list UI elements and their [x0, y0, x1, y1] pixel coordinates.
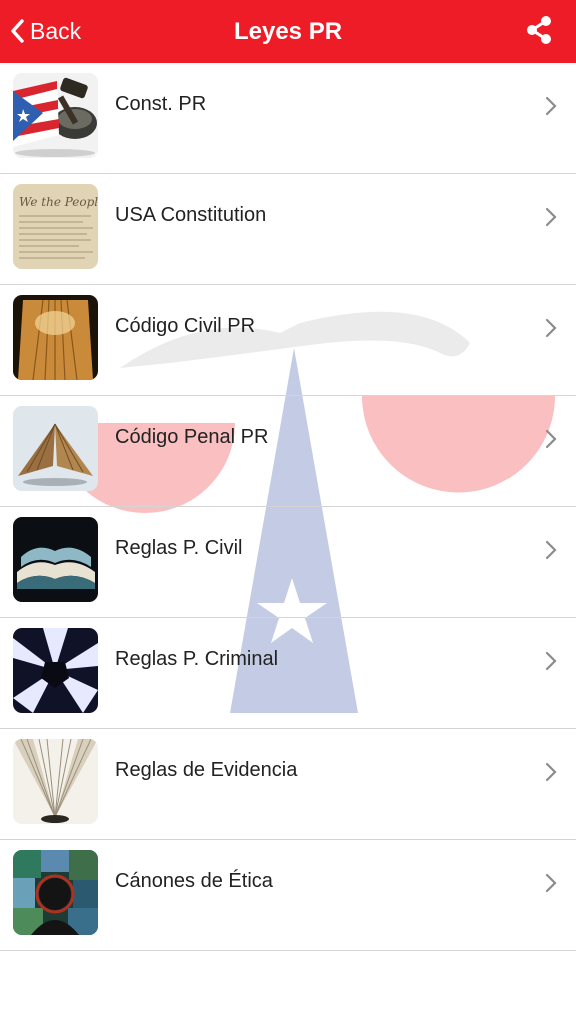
back-button[interactable]: Back	[10, 8, 81, 54]
list-item-label: Const. PR	[115, 93, 207, 115]
list-item-usa-constitution[interactable]: We the People USA Constitution	[0, 174, 576, 285]
list-item-label: Código Penal PR	[115, 426, 269, 448]
chevron-right-icon	[545, 651, 557, 671]
law-list: Const. PR We the People USA Constitution	[0, 63, 576, 951]
list-item-label: USA Constitution	[115, 204, 267, 226]
stained-glass-thumbnail	[13, 850, 98, 935]
list-item-label: Código Civil PR	[115, 315, 256, 337]
list-item-reglas-de-evidencia[interactable]: Reglas de Evidencia	[0, 729, 576, 840]
standing-book-thumbnail	[13, 406, 98, 491]
list-item-reglas-p-civil[interactable]: Reglas P. Civil	[0, 507, 576, 618]
list-item-const-pr[interactable]: Const. PR	[0, 63, 576, 174]
puerto-rico-flag-gavel-thumbnail	[13, 73, 98, 158]
light-burst-thumbnail	[13, 628, 98, 713]
share-icon[interactable]	[524, 15, 554, 45]
navigation-bar: Back Leyes PR	[0, 0, 576, 63]
back-label: Back	[30, 17, 82, 44]
open-book-thumbnail	[13, 295, 98, 380]
chevron-left-icon	[11, 19, 24, 43]
list-item-label: Reglas P. Civil	[115, 537, 243, 559]
list-item-label: Reglas P. Criminal	[115, 648, 279, 670]
page-title: Leyes PR	[233, 17, 343, 45]
list-item-codigo-penal-pr[interactable]: Código Penal PR	[0, 396, 576, 507]
chevron-right-icon	[545, 96, 557, 116]
list-item-codigo-civil-pr[interactable]: Código Civil PR	[0, 285, 576, 396]
book-pages-thumbnail	[13, 739, 98, 824]
chevron-right-icon	[545, 873, 557, 893]
parchment-document-thumbnail: We the People	[13, 184, 98, 269]
list-item-label: Cánones de Ética	[115, 870, 273, 892]
svg-text:We the People: We the People	[19, 195, 98, 209]
chevron-right-icon	[545, 762, 557, 782]
list-item-reglas-p-criminal[interactable]: Reglas P. Criminal	[0, 618, 576, 729]
chevron-right-icon	[545, 207, 557, 227]
list-item-canones-de-etica[interactable]: Cánones de Ética	[0, 840, 576, 951]
list-item-label: Reglas de Evidencia	[115, 759, 298, 781]
chevron-right-icon	[545, 540, 557, 560]
chevron-right-icon	[545, 429, 557, 449]
chevron-right-icon	[545, 318, 557, 338]
open-book-blue-thumbnail	[13, 517, 98, 602]
